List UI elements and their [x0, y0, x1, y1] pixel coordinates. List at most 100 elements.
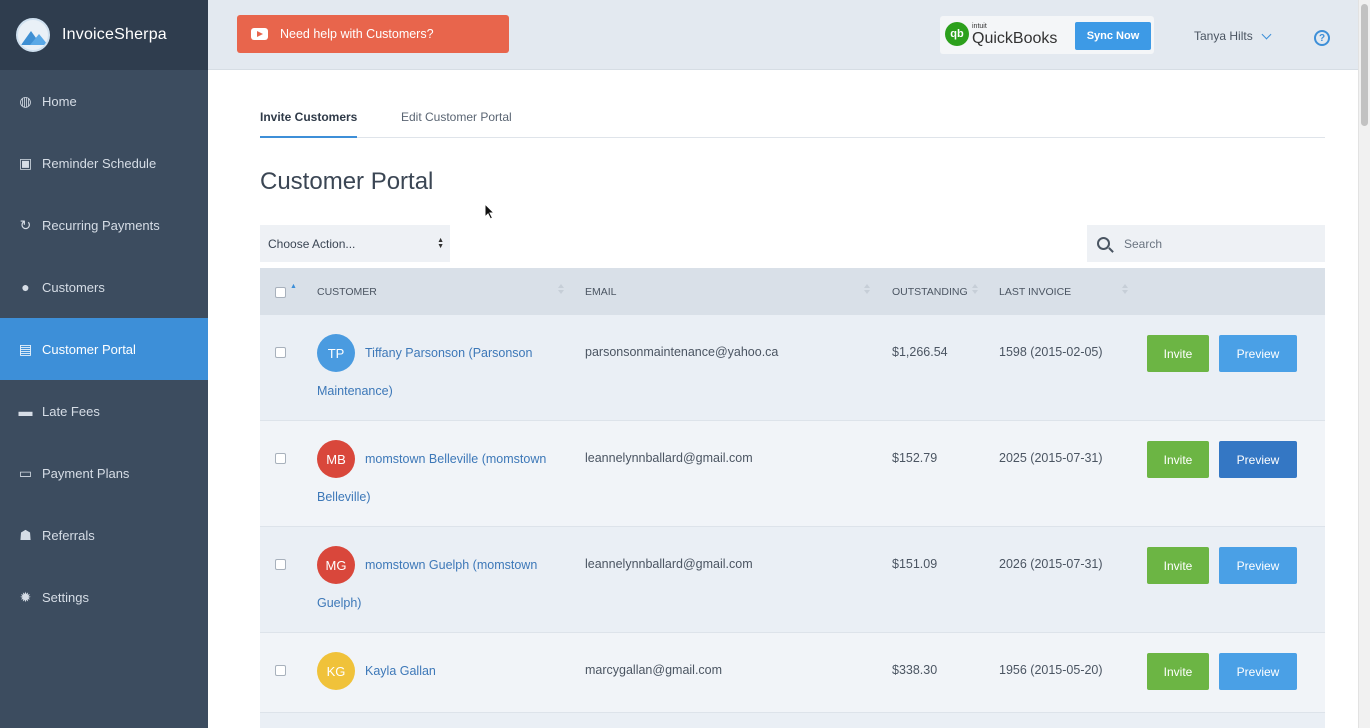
sidebar-item-home[interactable]: ◍ Home	[0, 70, 208, 132]
sort-icon[interactable]	[972, 282, 978, 296]
table-row	[260, 713, 1325, 728]
table-body: TP Tiffany Parsonson (Parsonson Maintenan…	[260, 315, 1325, 713]
outstanding-amount: $338.30	[892, 663, 938, 677]
portal-icon: ▤	[18, 340, 33, 357]
chevron-down-icon	[1261, 29, 1272, 39]
sort-asc-icon: ▲	[290, 283, 297, 290]
sidebar-item-recurring-payments[interactable]: ↻ Recurring Payments	[0, 194, 208, 256]
row-checkbox[interactable]	[275, 347, 286, 358]
video-play-icon	[251, 28, 268, 40]
row-checkbox[interactable]	[275, 453, 286, 464]
select-all-checkbox[interactable]	[275, 287, 286, 298]
outstanding-amount: $151.09	[892, 557, 938, 571]
sidebar-item-label: Home	[42, 93, 77, 109]
page-title: Customer Portal	[260, 168, 434, 195]
sidebar-item-customers[interactable]: ● Customers	[0, 256, 208, 318]
customer-name-link[interactable]: Tiffany Parsonson (Parsonson Maintenance…	[317, 334, 549, 410]
user-icon: ●	[21, 279, 30, 295]
calendar-icon: ▣	[18, 154, 33, 171]
search-placeholder: Search	[1124, 236, 1163, 251]
select-arrows-icon: ▲ ▼	[437, 237, 444, 250]
customers-table: ▲ CUSTOMER EMAIL OUTSTANDING LAST INVOIC…	[260, 268, 1325, 728]
sidebar-item-label: Recurring Payments	[42, 217, 160, 233]
customer-name-link[interactable]: Kayla Gallan	[317, 652, 549, 690]
customer-name-link[interactable]: momstown Guelph (momstown Guelph)	[317, 546, 549, 622]
last-invoice: 2025 (2015-07-31)	[999, 451, 1103, 465]
invite-button[interactable]: Invite	[1147, 335, 1209, 372]
sort-icon[interactable]	[1122, 282, 1128, 296]
sidebar-item-label: Settings	[42, 589, 89, 605]
sidebar-item-customer-portal[interactable]: ▤ Customer Portal	[0, 318, 208, 380]
sidebar-item-payment-plans[interactable]: ▭ Payment Plans	[0, 442, 208, 504]
app-name: InvoiceSherpa	[62, 26, 167, 43]
preview-button[interactable]: Preview	[1219, 653, 1297, 690]
customer-email: leannelynnballard@gmail.com	[585, 451, 753, 465]
customer-email: parsonsonmaintenance@yahoo.ca	[585, 345, 779, 359]
sidebar-item-label: Payment Plans	[42, 465, 130, 481]
customer-name-link[interactable]: momstown Belleville (momstown Belleville…	[317, 440, 549, 516]
tabs: Invite Customers Edit Customer Portal	[260, 106, 1325, 138]
sidebar-item-label: Reminder Schedule	[42, 155, 157, 171]
user-menu[interactable]: Tanya Hilts	[1194, 29, 1272, 43]
mouse-cursor-icon	[484, 203, 496, 220]
quickbooks-brand: intuit QuickBooks	[972, 23, 1057, 47]
last-invoice: 2026 (2015-07-31)	[999, 557, 1103, 571]
sidebar-item-settings[interactable]: ✹ Settings	[0, 566, 208, 628]
row-checkbox[interactable]	[275, 559, 286, 570]
top-bar: Need help with Customers? qb intuit Quic…	[208, 0, 1370, 70]
search-input[interactable]: Search	[1087, 225, 1325, 262]
table-row: MG momstown Guelph (momstown Guelph) leann…	[260, 527, 1325, 633]
mountain-logo-icon	[16, 18, 50, 52]
last-invoice: 1956 (2015-05-20)	[999, 663, 1103, 677]
sort-icon[interactable]	[558, 282, 564, 296]
sidebar-item-reminder-schedule[interactable]: ▣ Reminder Schedule	[0, 132, 208, 194]
preview-button[interactable]: Preview	[1219, 547, 1297, 584]
sidebar: InvoiceSherpa ◍ Home ▣ Reminder Schedule ↻ Re…	[0, 0, 208, 728]
tab-invite-customers[interactable]: Invite Customers	[260, 110, 358, 138]
credit-card-icon: ▭	[18, 464, 33, 481]
header-customer[interactable]: CUSTOMER	[317, 286, 377, 298]
header-email[interactable]: EMAIL	[585, 286, 617, 298]
intuit-label: intuit	[972, 23, 987, 30]
sidebar-item-late-fees[interactable]: ▬ Late Fees	[0, 380, 208, 442]
sidebar-item-label: Customer Portal	[42, 341, 136, 357]
invite-button[interactable]: Invite	[1147, 547, 1209, 584]
late-fees-icon: ▬	[18, 403, 33, 419]
scrollbar[interactable]	[1358, 0, 1370, 728]
outstanding-amount: $152.79	[892, 451, 938, 465]
choose-action-select[interactable]: Choose Action... ▲ ▼	[260, 225, 450, 262]
table-row: TP Tiffany Parsonson (Parsonson Maintenan…	[260, 315, 1325, 421]
sort-icon[interactable]	[864, 282, 870, 296]
main-content: Invite Customers Edit Customer Portal Cu…	[208, 70, 1358, 728]
brand[interactable]: InvoiceSherpa	[0, 0, 208, 70]
user-plus-icon: ☗	[19, 526, 32, 543]
sidebar-item-referrals[interactable]: ☗ Referrals	[0, 504, 208, 566]
table-row: KG Kayla Gallan marcygallan@gmail.com $338.…	[260, 633, 1325, 713]
tab-edit-customer-portal[interactable]: Edit Customer Portal	[401, 110, 512, 138]
invite-button[interactable]: Invite	[1147, 441, 1209, 478]
globe-icon: ◍	[19, 92, 32, 109]
sync-now-button[interactable]: Sync Now	[1075, 22, 1151, 50]
help-video-label: Need help with Customers?	[280, 27, 434, 41]
last-invoice: 1598 (2015-02-05)	[999, 345, 1103, 359]
choose-action-value: Choose Action...	[268, 236, 356, 251]
help-icon[interactable]: ?	[1314, 30, 1330, 46]
header-outstanding[interactable]: OUTSTANDING	[892, 286, 968, 298]
preview-button[interactable]: Preview	[1219, 441, 1297, 478]
user-name: Tanya Hilts	[1194, 29, 1253, 43]
preview-button[interactable]: Preview	[1219, 335, 1297, 372]
quickbooks-label: QuickBooks	[972, 30, 1058, 47]
gear-icon: ✹	[19, 588, 32, 605]
row-checkbox[interactable]	[275, 665, 286, 676]
table-row: MB momstown Belleville (momstown Bellevil…	[260, 421, 1325, 527]
sidebar-item-label: Referrals	[42, 527, 95, 543]
sidebar-item-label: Customers	[42, 279, 105, 295]
header-last-invoice[interactable]: LAST INVOICE	[999, 286, 1071, 298]
quickbooks-logo-icon: qb	[945, 22, 969, 46]
invite-button[interactable]: Invite	[1147, 653, 1209, 690]
help-video-button[interactable]: Need help with Customers?	[237, 15, 509, 53]
quickbooks-panel: qb intuit QuickBooks Sync Now	[940, 16, 1154, 54]
sidebar-item-label: Late Fees	[42, 403, 100, 419]
search-icon	[1097, 237, 1110, 250]
scrollbar-thumb[interactable]	[1361, 4, 1368, 126]
